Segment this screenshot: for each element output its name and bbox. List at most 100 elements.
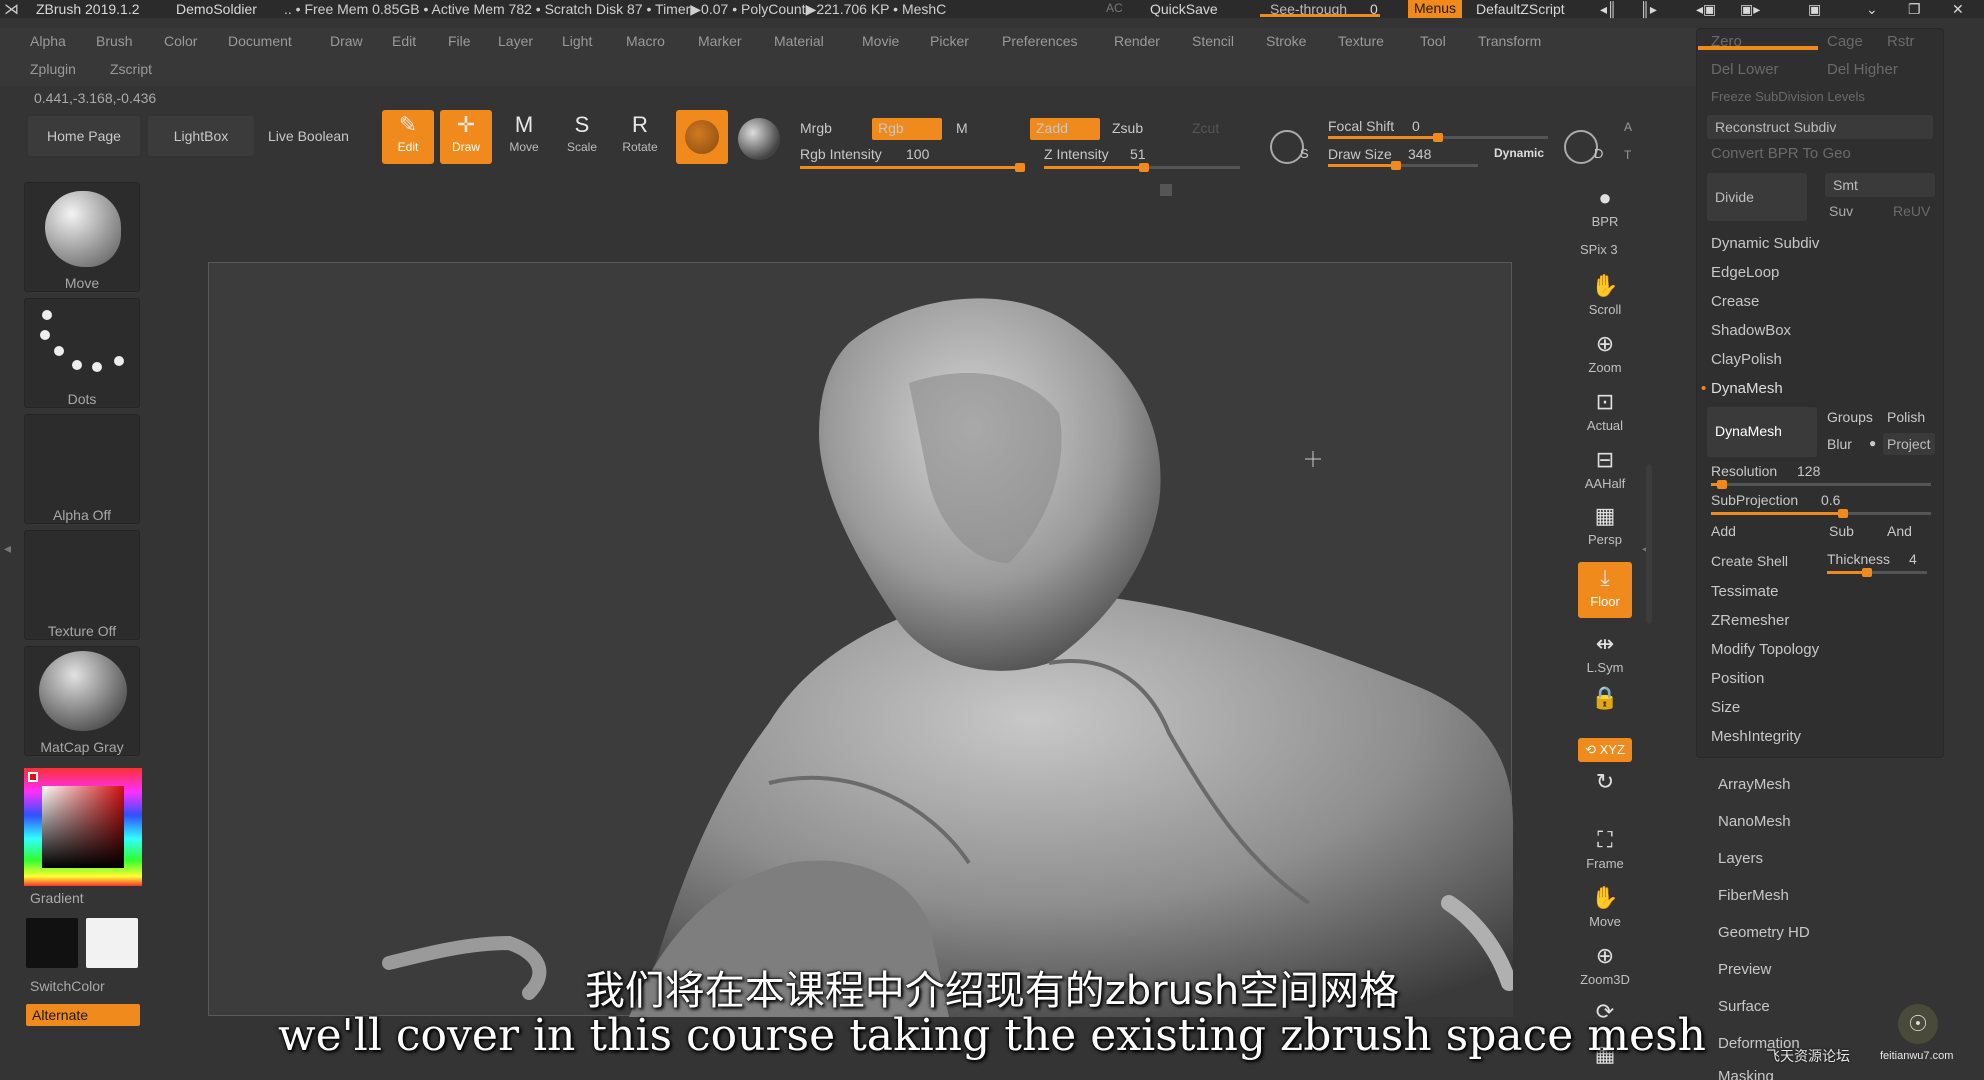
menu-material[interactable]: Material xyxy=(774,33,824,49)
brush-preview-button[interactable] xyxy=(676,110,728,164)
menus-button[interactable]: Menus xyxy=(1408,0,1463,18)
focal-shift-slider[interactable] xyxy=(1328,133,1548,142)
tessimate-item[interactable]: Tessimate xyxy=(1711,583,1779,600)
menu-light[interactable]: Light xyxy=(562,33,592,49)
shadowbox-item[interactable]: ShadowBox xyxy=(1711,322,1791,339)
rotate-y-button[interactable]: ↻ xyxy=(1570,766,1640,816)
size-item[interactable]: Size xyxy=(1711,699,1740,716)
menu-document[interactable]: Document xyxy=(228,33,292,49)
zscript-label[interactable]: DefaultZScript xyxy=(1476,1,1565,17)
z-intensity-slider[interactable] xyxy=(1044,163,1240,172)
subdiv-level-slider[interactable] xyxy=(1698,34,1818,50)
menu-edit[interactable]: Edit xyxy=(392,33,416,49)
rstr-button[interactable]: Rstr xyxy=(1887,33,1915,50)
project-toggle[interactable]: Project xyxy=(1883,433,1935,455)
menu-macro[interactable]: Macro xyxy=(626,33,665,49)
nanomesh-subpalette[interactable]: NanoMesh xyxy=(1718,813,1791,830)
add-button[interactable]: Add xyxy=(1711,523,1736,539)
m-button[interactable]: M xyxy=(956,120,968,136)
scale-mode-button[interactable]: S Scale xyxy=(556,110,608,164)
menu-picker[interactable]: Picker xyxy=(930,33,969,49)
zremesher-item[interactable]: ZRemesher xyxy=(1711,612,1789,629)
dynamic-button[interactable]: Dynamic xyxy=(1494,146,1544,160)
draw-size-slider[interactable] xyxy=(1328,161,1478,170)
sub-button[interactable]: Sub xyxy=(1829,523,1854,539)
brush-slot[interactable]: Move xyxy=(24,182,140,292)
stroke-slot[interactable]: Dots xyxy=(24,298,140,408)
right-scrollbar[interactable] xyxy=(1646,464,1652,624)
position-item[interactable]: Position xyxy=(1711,670,1764,687)
palette-icon[interactable]: ◂▣ xyxy=(1696,1,1716,18)
xyz-button[interactable]: ⟲ XYZ xyxy=(1578,738,1632,762)
menu-transform[interactable]: Transform xyxy=(1478,33,1541,49)
persp-button[interactable]: ▦ Persp xyxy=(1570,500,1640,556)
lock-button[interactable]: 🔒 xyxy=(1570,682,1640,738)
thickness-slider[interactable] xyxy=(1827,568,1927,577)
del-lower-button[interactable]: Del Lower xyxy=(1711,61,1779,78)
layout-right-icon[interactable]: ║▸ xyxy=(1640,1,1657,18)
zcut-button[interactable]: Zcut xyxy=(1192,120,1219,136)
menu-draw[interactable]: Draw xyxy=(330,33,363,49)
meshintegrity-item[interactable]: MeshIntegrity xyxy=(1711,728,1801,745)
menu-zscript[interactable]: Zscript xyxy=(110,61,152,77)
home-page-button[interactable]: Home Page xyxy=(28,116,140,156)
menu-zplugin[interactable]: Zplugin xyxy=(30,61,76,77)
move-view-button[interactable]: ✋ Move xyxy=(1570,882,1640,938)
menu-file[interactable]: File xyxy=(448,33,471,49)
material-slot[interactable]: MatCap Gray xyxy=(24,646,140,756)
actual-button[interactable]: ⊡ Actual xyxy=(1570,386,1640,442)
reuv-button[interactable]: ReUV xyxy=(1893,203,1930,219)
dynamic-subdiv-item[interactable]: Dynamic Subdiv xyxy=(1711,235,1819,252)
texture-slot[interactable]: Texture Off xyxy=(24,530,140,640)
quicksave-button[interactable]: QuickSave xyxy=(1150,1,1218,17)
live-boolean-button[interactable]: Live Boolean xyxy=(268,128,349,144)
restore-icon[interactable]: ❐ xyxy=(1908,1,1921,18)
color-marker[interactable] xyxy=(28,772,38,782)
mrgb-button[interactable]: Mrgb xyxy=(800,120,832,136)
draw-mode-button[interactable]: ✛ Draw xyxy=(440,110,492,164)
suv-toggle[interactable]: Suv xyxy=(1829,203,1853,219)
menu-brush[interactable]: Brush xyxy=(96,33,133,49)
frame-button[interactable]: ⛶ Frame xyxy=(1570,824,1640,880)
color-picker[interactable] xyxy=(24,768,142,886)
dynamesh-button[interactable]: DynaMesh xyxy=(1707,407,1817,457)
seethrough-slider[interactable] xyxy=(1260,14,1380,17)
claypolish-item[interactable]: ClayPolish xyxy=(1711,351,1782,368)
material-sphere-icon[interactable] xyxy=(738,118,780,160)
bpr-button[interactable]: ● BPR xyxy=(1570,182,1640,238)
resolution-slider[interactable] xyxy=(1711,480,1931,489)
close-icon[interactable]: ✕ xyxy=(1952,1,1964,18)
menu-preferences[interactable]: Preferences xyxy=(1002,33,1077,49)
rotate-mode-button[interactable]: R Rotate xyxy=(614,110,666,164)
fibermesh-subpalette[interactable]: FiberMesh xyxy=(1718,887,1789,904)
menu-tool[interactable]: Tool xyxy=(1420,33,1446,49)
subprojection-slider[interactable] xyxy=(1711,509,1931,518)
lsym-button[interactable]: ⇹ L.Sym xyxy=(1570,628,1640,684)
menu-color[interactable]: Color xyxy=(164,33,197,49)
canvas-viewport[interactable] xyxy=(208,262,1513,1017)
sculpt-mesh[interactable] xyxy=(209,263,1513,1017)
reconstruct-subdiv-button[interactable]: Reconstruct Subdiv xyxy=(1707,115,1933,139)
rgb-button[interactable]: Rgb xyxy=(872,118,942,140)
menu-alpha[interactable]: Alpha xyxy=(30,33,66,49)
menu-render[interactable]: Render xyxy=(1114,33,1160,49)
polish-toggle[interactable]: Polish xyxy=(1887,409,1925,425)
sym-d-icon[interactable] xyxy=(1564,130,1598,164)
color-square[interactable] xyxy=(42,786,124,868)
menu-stroke[interactable]: Stroke xyxy=(1266,33,1306,49)
and-button[interactable]: And xyxy=(1887,523,1912,539)
cage-button[interactable]: Cage xyxy=(1827,33,1863,50)
left-tray-arrow-icon[interactable]: ◂ xyxy=(4,540,16,570)
menu-texture[interactable]: Texture xyxy=(1338,33,1384,49)
divide-button[interactable]: Divide xyxy=(1707,173,1807,221)
rgb-intensity-slider[interactable] xyxy=(800,163,1025,172)
aahalf-button[interactable]: ⊟ AAHalf xyxy=(1570,444,1640,500)
groups-toggle[interactable]: Groups xyxy=(1827,409,1873,425)
scroll-button[interactable]: ✋ Scroll xyxy=(1570,270,1640,326)
create-shell-button[interactable]: Create Shell xyxy=(1711,553,1788,569)
layout-left-icon[interactable]: ◂║ xyxy=(1600,1,1617,18)
modify-topology-item[interactable]: Modify Topology xyxy=(1711,641,1819,658)
menu-marker[interactable]: Marker xyxy=(698,33,742,49)
script-icon[interactable]: ▣▸ xyxy=(1740,1,1760,18)
arraymesh-subpalette[interactable]: ArrayMesh xyxy=(1718,776,1791,793)
